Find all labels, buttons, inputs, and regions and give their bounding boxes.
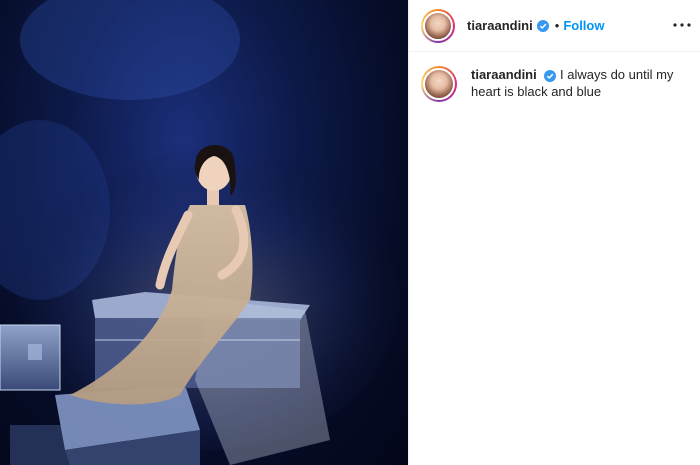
follow-button[interactable]: Follow — [563, 18, 604, 33]
caption-comment: tiaraandini I always do until my heart i… — [421, 66, 691, 102]
instagram-post: tiaraandini • Follow tiaraandini I alway… — [0, 0, 700, 465]
post-photo[interactable] — [0, 0, 408, 465]
photo-scene — [0, 0, 400, 465]
caption-username[interactable]: tiaraandini — [471, 67, 537, 82]
more-options-icon[interactable] — [671, 14, 693, 36]
verified-badge-icon — [544, 69, 557, 82]
avatar[interactable] — [421, 66, 457, 102]
avatar[interactable] — [421, 8, 455, 43]
username-link[interactable]: tiaraandini — [467, 18, 533, 33]
separator-dot: • — [554, 18, 560, 33]
verified-badge-icon — [536, 19, 549, 32]
post-sidebar: tiaraandini • Follow tiaraandini I alway… — [408, 0, 700, 465]
caption-text: tiaraandini I always do until my heart i… — [471, 66, 681, 102]
post-header: tiaraandini • Follow — [409, 0, 700, 52]
